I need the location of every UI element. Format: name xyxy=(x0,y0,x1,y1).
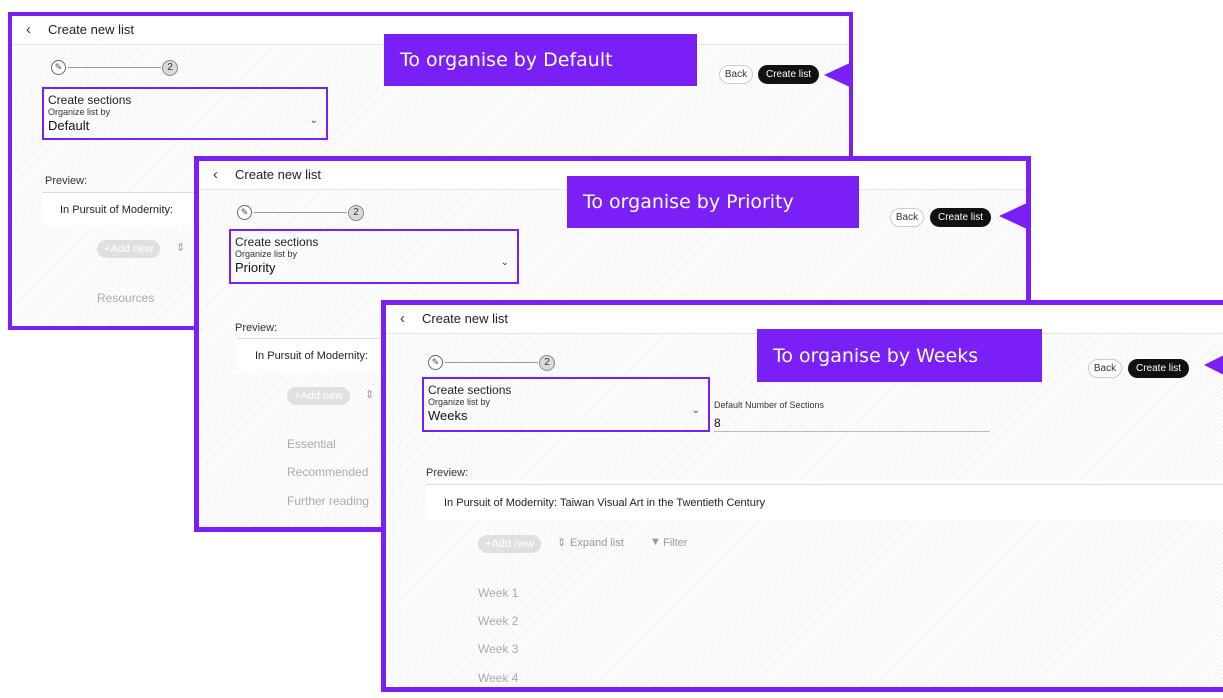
section-row: Week 1 xyxy=(478,586,519,600)
page-title: Create new list xyxy=(422,311,508,326)
back-button[interactable]: Back xyxy=(719,65,753,84)
expand-list-button[interactable]: Expand list xyxy=(570,537,624,549)
section-row: Week 3 xyxy=(478,642,519,656)
preview-list-title: In Pursuit of Modernity: Taiwan Visual A… xyxy=(426,484,1223,520)
default-sections-label: Default Number of Sections xyxy=(714,400,825,410)
add-new-button[interactable]: +Add new xyxy=(97,240,161,258)
create-list-button[interactable]: Create list xyxy=(758,65,819,84)
chevron-down-icon[interactable]: ⌄ xyxy=(501,257,509,268)
step-two-badge[interactable]: 2 xyxy=(539,355,555,371)
expand-icon[interactable]: ⇕ xyxy=(365,388,374,401)
organize-by-label: Organize list by xyxy=(235,249,298,259)
organize-by-select[interactable]: Create sections Organize list by Priorit… xyxy=(229,229,519,284)
chevron-down-icon[interactable]: ⌄ xyxy=(310,115,318,126)
expand-icon[interactable]: ⇕ xyxy=(557,536,566,549)
step-two-badge[interactable]: 2 xyxy=(348,205,364,221)
stepper: ✎ 2 xyxy=(237,205,367,221)
organize-by-value: Default xyxy=(48,118,90,133)
preview-label: Preview: xyxy=(426,467,469,479)
organize-by-value: Priority xyxy=(235,260,276,275)
stepper: ✎ 2 xyxy=(428,355,558,371)
preview-label: Preview: xyxy=(235,322,278,334)
default-sections-input[interactable]: 8 xyxy=(714,416,721,430)
page-title: Create new list xyxy=(48,22,134,37)
chevron-left-icon[interactable]: ‹ xyxy=(400,305,405,333)
organize-by-label: Organize list by xyxy=(48,107,111,117)
pointer-arrow xyxy=(1204,355,1223,375)
filter-icon[interactable]: ▼ xyxy=(650,536,661,548)
step-connector xyxy=(445,362,538,363)
create-sections-title: Create sections xyxy=(48,93,132,107)
page-title: Create new list xyxy=(235,167,321,182)
create-list-button[interactable]: Create list xyxy=(930,208,991,227)
add-new-button[interactable]: +Add new xyxy=(478,535,542,553)
pointer-arrow xyxy=(824,61,849,89)
stepper: ✎ 2 xyxy=(51,60,181,76)
back-button[interactable]: Back xyxy=(1088,359,1122,378)
organize-by-value: Weeks xyxy=(428,408,468,423)
callout-organise-default: To organise by Default xyxy=(384,34,697,86)
organize-by-select[interactable]: Create sections Organize list by Weeks ⌄ xyxy=(422,377,710,432)
callout-organise-priority: To organise by Priority xyxy=(567,176,859,228)
chevron-down-icon[interactable]: ⌄ xyxy=(692,405,700,416)
chevron-left-icon[interactable]: ‹ xyxy=(213,161,218,189)
section-row: Resources xyxy=(97,291,155,305)
pencil-icon[interactable]: ✎ xyxy=(51,60,66,75)
organize-by-label: Organize list by xyxy=(428,397,491,407)
pointer-arrow xyxy=(999,202,1026,230)
panel-organise-weeks: ‹ Create new list ✎ 2 Create sections Or… xyxy=(381,300,1223,692)
create-sections-title: Create sections xyxy=(235,235,319,249)
back-button[interactable]: Back xyxy=(890,208,924,227)
create-sections-title: Create sections xyxy=(428,383,512,397)
expand-icon[interactable]: ⇕ xyxy=(176,241,185,254)
preview-label: Preview: xyxy=(45,175,88,187)
section-row: Week 4 xyxy=(478,671,519,685)
step-connector xyxy=(68,67,161,68)
section-row: Week 2 xyxy=(478,614,519,628)
section-row: Further reading xyxy=(287,494,370,508)
step-connector xyxy=(254,212,347,213)
chevron-left-icon[interactable]: ‹ xyxy=(26,16,31,44)
add-new-button[interactable]: +Add new xyxy=(287,387,351,405)
create-list-button[interactable]: Create list xyxy=(1128,359,1189,378)
callout-organise-weeks: To organise by Weeks xyxy=(757,329,1042,382)
default-sections-underline xyxy=(714,431,990,432)
section-row: Essential xyxy=(287,437,336,451)
step-two-badge[interactable]: 2 xyxy=(162,60,178,76)
section-row: Recommended xyxy=(287,465,369,479)
pencil-icon[interactable]: ✎ xyxy=(428,355,443,370)
filter-button[interactable]: Filter xyxy=(663,537,687,549)
organize-by-select[interactable]: Create sections Organize list by Default… xyxy=(42,87,328,140)
pencil-icon[interactable]: ✎ xyxy=(237,205,252,220)
